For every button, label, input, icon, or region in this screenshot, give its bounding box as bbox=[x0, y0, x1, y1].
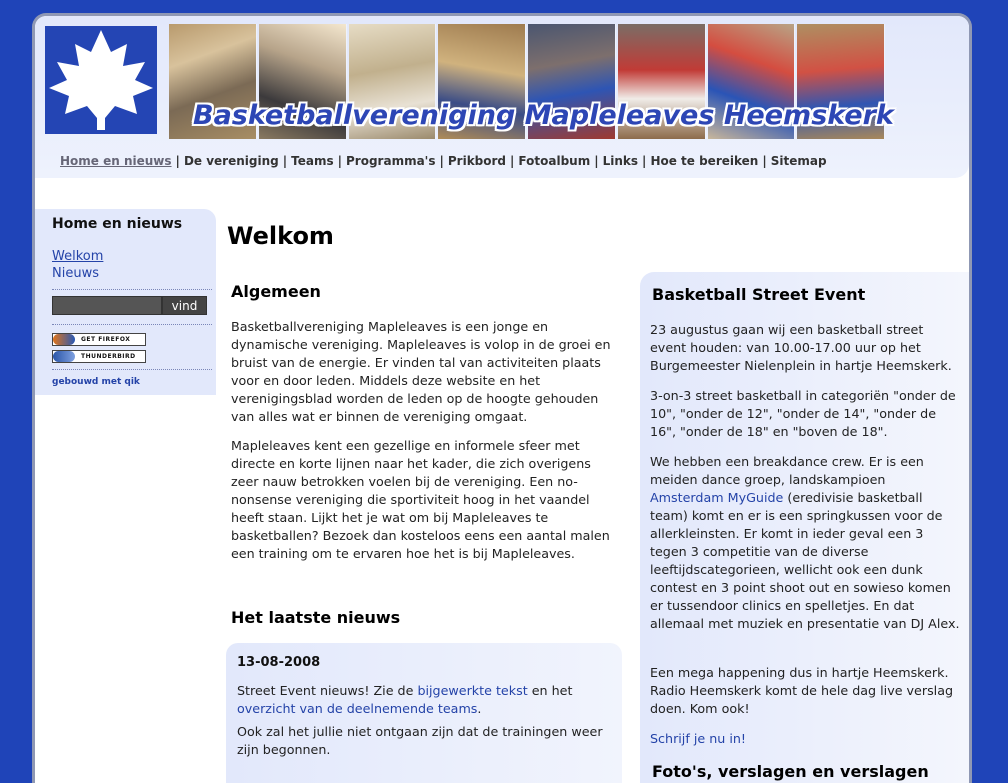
news-text-part: Street Event nieuws! Zie de bbox=[237, 683, 418, 698]
search-input[interactable] bbox=[52, 296, 162, 315]
thunderbird-badge[interactable]: THUNDERBIRD bbox=[52, 350, 146, 363]
news-text: Street Event nieuws! Zie de bijgewerkte … bbox=[237, 682, 612, 718]
signup-link[interactable]: Schrijf je nu in! bbox=[650, 730, 960, 748]
built-with-qik-link[interactable]: gebouwd met qik bbox=[52, 377, 140, 387]
nav-item-sitemap[interactable]: Sitemap bbox=[771, 154, 827, 168]
event-paragraph: 3-on-3 street basketball in categoriën "… bbox=[650, 388, 956, 439]
event-text-part: We hebben een breakdance crew. Er is een… bbox=[650, 454, 924, 487]
sidebar-item-nieuws[interactable]: Nieuws bbox=[52, 266, 99, 281]
sidebar-item-welkom[interactable]: Welkom bbox=[52, 249, 103, 264]
divider bbox=[52, 324, 212, 325]
amsterdam-myguide-link[interactable]: Amsterdam MyGuide bbox=[650, 490, 783, 505]
section-heading-algemeen: Algemeen bbox=[231, 282, 321, 301]
news-text-part: . bbox=[477, 701, 482, 716]
intro-paragraph: Basketballvereniging Mapleleaves is een … bbox=[231, 319, 611, 424]
divider bbox=[52, 369, 212, 370]
event-heading: Basketball Street Event bbox=[652, 285, 866, 304]
search-button[interactable]: vind bbox=[162, 296, 207, 315]
nav-item-links[interactable]: Links bbox=[603, 154, 638, 168]
event-paragraph: 23 augustus gaan wij een basketball stre… bbox=[650, 322, 952, 373]
nav-item-teams[interactable]: Teams bbox=[291, 154, 333, 168]
get-firefox-badge[interactable]: GET FIREFOX bbox=[52, 333, 146, 346]
maple-leaf-logo-icon[interactable] bbox=[45, 26, 157, 134]
page-title: Welkom bbox=[227, 222, 334, 250]
updated-text-link[interactable]: bijgewerkte tekst bbox=[417, 683, 527, 698]
divider bbox=[52, 289, 212, 290]
thunderbird-icon bbox=[53, 351, 75, 362]
badge-label: THUNDERBIRD bbox=[81, 353, 136, 360]
event-panel: Basketball Street Event 23 augustus gaan… bbox=[640, 272, 969, 783]
teams-overview-link[interactable]: overzicht van de deelnemende teams bbox=[237, 701, 477, 716]
main-nav: Home en nieuws | De vereniging | Teams | Progr… bbox=[60, 154, 827, 168]
site-header: Basketballvereniging Mapleleaves Heemske… bbox=[35, 16, 969, 178]
nav-item-bereiken[interactable]: Hoe te bereiken bbox=[650, 154, 758, 168]
nav-item-fotoalbum[interactable]: Fotoalbum bbox=[518, 154, 590, 168]
news-text-part: en het bbox=[527, 683, 573, 698]
event-text-part: (eredivisie basketball team) komt en er … bbox=[650, 490, 960, 631]
badge-label: GET FIREFOX bbox=[81, 336, 131, 343]
section-heading-news: Het laatste nieuws bbox=[231, 608, 401, 627]
news-date: 13-08-2008 bbox=[237, 655, 321, 670]
firefox-icon bbox=[53, 334, 75, 345]
site-title: Basketballvereniging Mapleleaves Heemske… bbox=[193, 100, 894, 131]
next-section-heading: Foto's, verslagen en verslagen bbox=[652, 762, 929, 781]
event-paragraph: We hebben een breakdance crew. Er is een… bbox=[650, 453, 960, 633]
nav-item-programmas[interactable]: Programma's bbox=[346, 154, 435, 168]
nav-item-home[interactable]: Home en nieuws bbox=[60, 154, 172, 168]
intro-paragraph: Mapleleaves kent een gezellige en inform… bbox=[231, 438, 610, 561]
news-text: Ook zal het jullie niet ontgaan zijn dat… bbox=[237, 724, 603, 757]
nav-item-vereniging[interactable]: De vereniging bbox=[184, 154, 279, 168]
sidebar: Home en nieuws Welkom Nieuws vind GET FI… bbox=[35, 209, 216, 395]
sidebar-heading: Home en nieuws bbox=[52, 216, 183, 232]
page-frame: Basketballvereniging Mapleleaves Heemske… bbox=[32, 13, 972, 783]
event-paragraph: Een mega happening dus in hartje Heemske… bbox=[650, 665, 954, 716]
nav-item-prikbord[interactable]: Prikbord bbox=[448, 154, 506, 168]
news-item: 13-08-2008 Street Event nieuws! Zie de b… bbox=[226, 643, 622, 783]
